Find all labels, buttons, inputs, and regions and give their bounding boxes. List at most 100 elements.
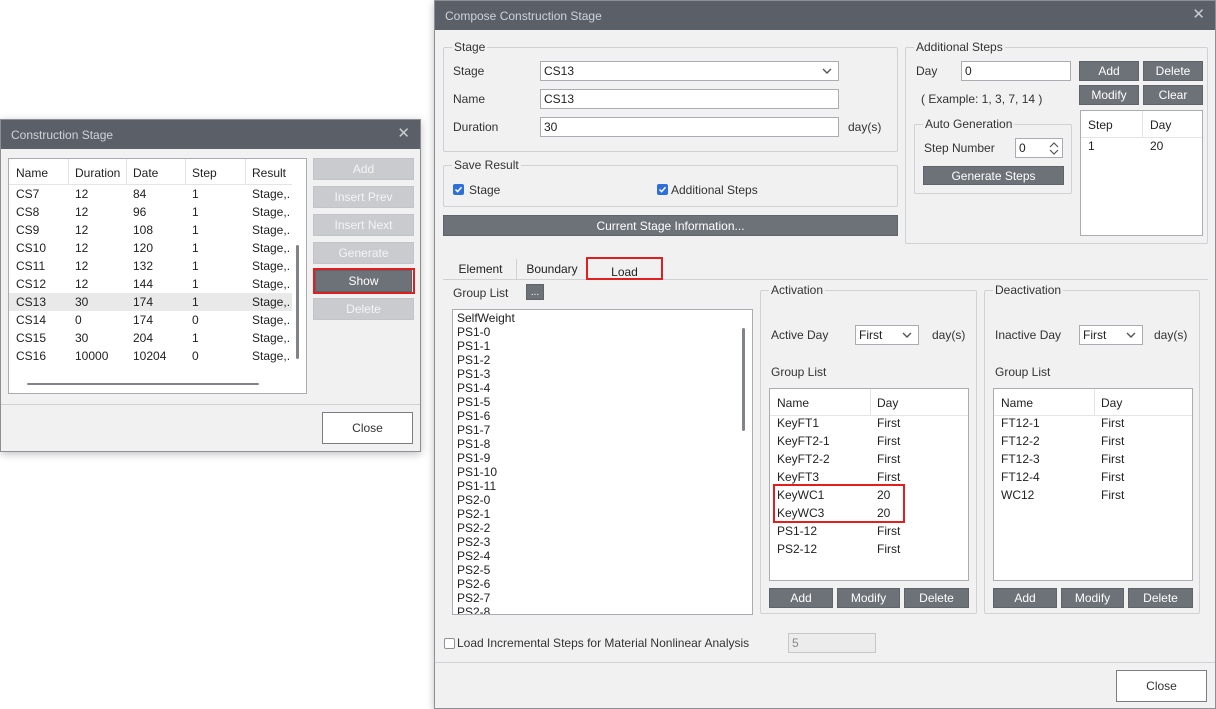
list-item[interactable]: PS1-4 xyxy=(457,381,490,395)
table-cell: 0 xyxy=(192,313,199,327)
close-icon[interactable]: ✕ xyxy=(397,126,410,141)
table-row[interactable]: CS15 30 204 1 Stage,. xyxy=(9,329,292,347)
deactivation-modify-button[interactable]: Modify xyxy=(1061,588,1124,608)
stage-checkbox-label: Stage xyxy=(469,183,501,197)
horizontal-scrollbar[interactable] xyxy=(27,383,259,385)
close-button[interactable]: Close xyxy=(1116,670,1207,702)
list-item[interactable]: PS2-1 xyxy=(457,507,490,521)
activation-delete-button[interactable]: Delete xyxy=(904,588,969,608)
activation-modify-button[interactable]: Modify xyxy=(837,588,900,608)
list-item[interactable]: PS1-8 xyxy=(457,437,490,451)
steps-add-button[interactable]: Add xyxy=(1079,61,1139,81)
list-item[interactable]: PS1-7 xyxy=(457,423,490,437)
table-cell: CS12 xyxy=(16,277,47,291)
table-cell: WC12 xyxy=(1001,488,1035,502)
table-row[interactable]: FT12-1 First xyxy=(994,416,1192,434)
close-button[interactable]: Close xyxy=(322,412,413,444)
active-day-select[interactable]: First xyxy=(855,325,919,345)
list-item[interactable]: PS2-2 xyxy=(457,521,490,535)
add-button[interactable]: Add xyxy=(313,158,414,180)
table-cell: 10000 xyxy=(75,349,109,363)
list-item[interactable]: PS1-10 xyxy=(457,465,497,479)
load-incremental-checkbox[interactable] xyxy=(444,638,455,649)
table-row[interactable]: CS13 30 174 1 Stage,. xyxy=(9,293,292,311)
steps-clear-button[interactable]: Clear xyxy=(1143,85,1203,105)
delete-button[interactable]: Delete xyxy=(313,298,414,320)
list-item[interactable]: PS2-5 xyxy=(457,563,490,577)
steps-modify-button[interactable]: Modify xyxy=(1079,85,1139,105)
close-icon[interactable]: ✕ xyxy=(1192,7,1205,22)
list-item[interactable]: PS2-8 xyxy=(457,605,490,614)
list-item[interactable]: PS1-0 xyxy=(457,325,490,339)
title-bar: Compose Construction Stage ✕ xyxy=(435,1,1215,30)
tab-boundary[interactable]: Boundary xyxy=(518,259,586,279)
list-item[interactable]: PS1-3 xyxy=(457,367,490,381)
list-item[interactable]: PS1-2 xyxy=(457,353,490,367)
list-item[interactable]: PS2-7 xyxy=(457,591,490,605)
group-list-more-button[interactable]: ... xyxy=(526,284,544,300)
load-incremental-label: Load Incremental Steps for Material Nonl… xyxy=(457,636,750,650)
table-row[interactable]: CS12 12 144 1 Stage,. xyxy=(9,275,292,293)
list-item[interactable]: SelfWeight xyxy=(457,311,515,325)
load-incremental-field[interactable]: 5 xyxy=(788,633,876,653)
table-row[interactable]: CS8 12 96 1 Stage,. xyxy=(9,203,292,221)
table-row[interactable]: FT12-4 First xyxy=(994,470,1192,488)
duration-field[interactable]: 30 xyxy=(540,117,839,137)
activation-add-button[interactable]: Add xyxy=(769,588,833,608)
activation-col-day: Day xyxy=(877,396,899,410)
list-item[interactable]: PS1-1 xyxy=(457,339,490,353)
table-row[interactable]: KeyFT2-1 First xyxy=(770,434,968,452)
current-stage-information-button[interactable]: Current Stage Information... xyxy=(443,215,898,236)
chevron-down-icon xyxy=(1126,332,1136,338)
generate-button[interactable]: Generate xyxy=(313,242,414,264)
day-example: ( Example: 1, 3, 7, 14 ) xyxy=(921,92,1043,106)
table-cell: 12 xyxy=(75,205,89,219)
table-row[interactable]: CS7 12 84 1 Stage,. xyxy=(9,185,292,203)
table-row[interactable]: KeyFT2-2 First xyxy=(770,452,968,470)
table-row[interactable]: WC12 First xyxy=(994,488,1192,506)
step-number-stepper[interactable]: 0 xyxy=(1015,138,1063,158)
table-cell: Stage,. xyxy=(252,277,291,291)
list-item[interactable]: PS2-6 xyxy=(457,577,490,591)
list-item[interactable]: PS1-5 xyxy=(457,395,490,409)
insert-next-button[interactable]: Insert Next xyxy=(313,214,414,236)
table-row[interactable]: CS11 12 132 1 Stage,. xyxy=(9,257,292,275)
table-row[interactable]: CS9 12 108 1 Stage,. xyxy=(9,221,292,239)
active-day-label: Active Day xyxy=(771,328,829,342)
list-item[interactable]: PS2-0 xyxy=(457,493,490,507)
vertical-scrollbar[interactable] xyxy=(296,245,299,359)
table-row[interactable]: CS10 12 120 1 Stage,. xyxy=(9,239,292,257)
table-row[interactable]: CS14 0 174 0 Stage,. xyxy=(9,311,292,329)
day-field[interactable]: 0 xyxy=(961,61,1071,81)
table-row[interactable]: PS1-12 First xyxy=(770,524,968,542)
list-item[interactable]: PS1-11 xyxy=(457,479,496,493)
spinner-arrows-icon[interactable] xyxy=(1049,141,1059,156)
activation-col-name: Name xyxy=(777,396,810,410)
table-row[interactable]: FT12-2 First xyxy=(994,434,1192,452)
tab-element[interactable]: Element xyxy=(445,259,517,279)
table-row[interactable]: PS2-12 First xyxy=(770,542,968,560)
table-row[interactable]: FT12-3 First xyxy=(994,452,1192,470)
deactivation-add-button[interactable]: Add xyxy=(993,588,1057,608)
list-item[interactable]: PS2-4 xyxy=(457,549,490,563)
table-row[interactable]: CS16 10000 10204 0 Stage,. xyxy=(9,347,292,365)
stage-select[interactable]: CS13 xyxy=(540,61,839,81)
steps-row-day[interactable]: 20 xyxy=(1150,139,1163,153)
name-field[interactable]: CS13 xyxy=(540,89,839,109)
generate-steps-button[interactable]: Generate Steps xyxy=(923,166,1064,185)
steps-table: Step Day 1 20 xyxy=(1080,110,1203,236)
inactive-day-select[interactable]: First xyxy=(1079,325,1143,345)
steps-delete-button[interactable]: Delete xyxy=(1143,61,1203,81)
stage-checkbox[interactable] xyxy=(453,184,464,195)
table-cell: First xyxy=(1101,470,1125,484)
list-item[interactable]: PS1-9 xyxy=(457,451,490,465)
additional-steps-checkbox[interactable] xyxy=(657,184,668,195)
deactivation-delete-button[interactable]: Delete xyxy=(1128,588,1193,608)
list-item[interactable]: PS2-3 xyxy=(457,535,490,549)
additional-steps-checkbox-label: Additional Steps xyxy=(671,183,758,197)
group-list-scrollbar[interactable] xyxy=(742,328,745,431)
insert-prev-button[interactable]: Insert Prev xyxy=(313,186,414,208)
list-item[interactable]: PS1-6 xyxy=(457,409,490,423)
table-row[interactable]: KeyFT1 First xyxy=(770,416,968,434)
steps-row-step[interactable]: 1 xyxy=(1088,139,1095,153)
